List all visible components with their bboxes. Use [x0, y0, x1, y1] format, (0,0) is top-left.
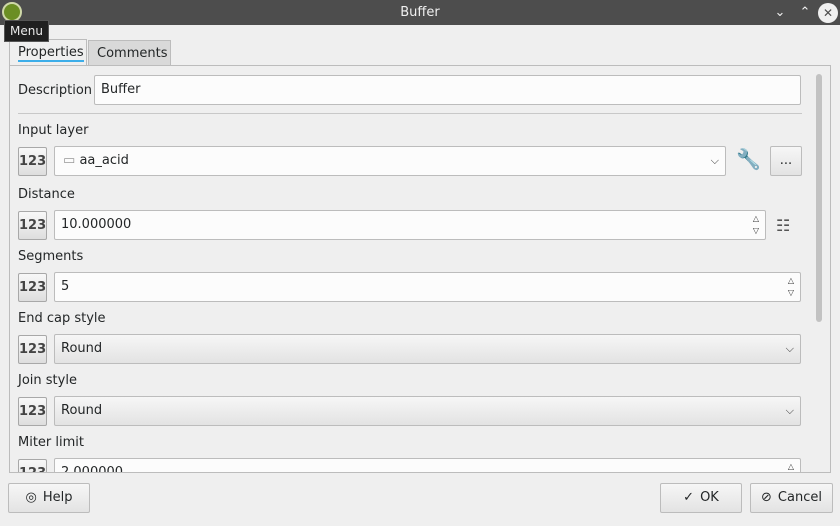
chevron-down-icon: ⌵ — [710, 154, 719, 167]
cancel-label: Cancel — [777, 490, 822, 505]
ok-button[interactable]: ✓ OK — [660, 483, 742, 513]
description-input[interactable]: Buffer — [94, 75, 801, 105]
minimize-icon[interactable]: ⌄ — [770, 3, 790, 23]
tab-comments[interactable]: Comments — [88, 40, 171, 66]
segments-value: 5 — [61, 279, 70, 294]
tab-comments-label: Comments — [97, 46, 168, 61]
spin-arrows-icon[interactable]: △▽ — [753, 213, 759, 237]
join-style-value: Round — [61, 403, 103, 418]
distance-input[interactable]: 10.000000 △ ▽ — [54, 210, 766, 240]
scrollbar[interactable] — [816, 74, 822, 322]
menu-tooltip: Menu — [4, 20, 49, 42]
polygon-layer-icon: ▭ — [63, 153, 76, 168]
check-icon: ✓ — [683, 490, 695, 505]
properties-panel: Description Buffer Input layer 123 ▭ aa_… — [9, 65, 831, 473]
cancel-icon: ⊘ — [761, 490, 772, 505]
input-layer-label: Input layer — [18, 123, 89, 138]
maximize-icon[interactable]: ⌃ — [795, 3, 815, 23]
help-button[interactable]: ◎ Help — [8, 483, 90, 513]
input-layer-value: aa_acid — [79, 153, 129, 168]
miter-limit-badge[interactable]: 123 — [18, 459, 47, 472]
wrench-icon[interactable]: 🔧 — [736, 147, 761, 171]
end-cap-label: End cap style — [18, 311, 106, 326]
tab-properties-label: Properties — [18, 45, 84, 62]
separator — [18, 113, 802, 114]
chevron-down-icon: ⌵ — [785, 404, 794, 417]
distance-value: 10.000000 — [61, 217, 132, 232]
input-layer-badge[interactable]: 123 — [18, 147, 47, 176]
distance-badge[interactable]: 123 — [18, 211, 47, 240]
help-label: Help — [42, 490, 73, 505]
lifebuoy-icon: ◎ — [25, 490, 37, 505]
input-layer-combo[interactable]: ▭ aa_acid ⌵ — [54, 146, 726, 176]
distance-label: Distance — [18, 187, 75, 202]
spin-arrows-icon[interactable]: △▽ — [788, 275, 794, 299]
join-style-badge[interactable]: 123 — [18, 397, 47, 426]
join-style-label: Join style — [18, 373, 77, 388]
ok-label: OK — [700, 490, 719, 505]
join-style-combo[interactable]: Round ⌵ — [54, 396, 801, 426]
segments-badge[interactable]: 123 — [18, 273, 47, 302]
tab-properties[interactable]: Properties — [9, 39, 87, 66]
browse-button[interactable]: ... — [770, 146, 802, 176]
cancel-button[interactable]: ⊘ Cancel — [750, 483, 833, 513]
miter-limit-label: Miter limit — [18, 435, 84, 450]
title-bar: Buffer ⌄ ⌃ ✕ — [0, 0, 840, 25]
miter-limit-input[interactable]: 2.000000 △▽ — [54, 458, 801, 473]
end-cap-value: Round — [61, 341, 103, 356]
close-icon[interactable]: ✕ — [818, 3, 838, 23]
spin-arrows-icon[interactable]: △▽ — [788, 461, 794, 472]
miter-limit-value: 2.000000 — [61, 465, 124, 473]
chevron-down-icon: ⌵ — [785, 342, 794, 355]
window-title: Buffer — [400, 5, 440, 20]
description-label: Description — [18, 83, 93, 98]
end-cap-combo[interactable]: Round ⌵ — [54, 334, 801, 364]
segments-input[interactable]: 5 △ ▽ — [54, 272, 801, 302]
segments-label: Segments — [18, 249, 84, 264]
end-cap-badge[interactable]: 123 — [18, 335, 47, 364]
data-defined-icon[interactable]: ☷ — [776, 216, 790, 235]
